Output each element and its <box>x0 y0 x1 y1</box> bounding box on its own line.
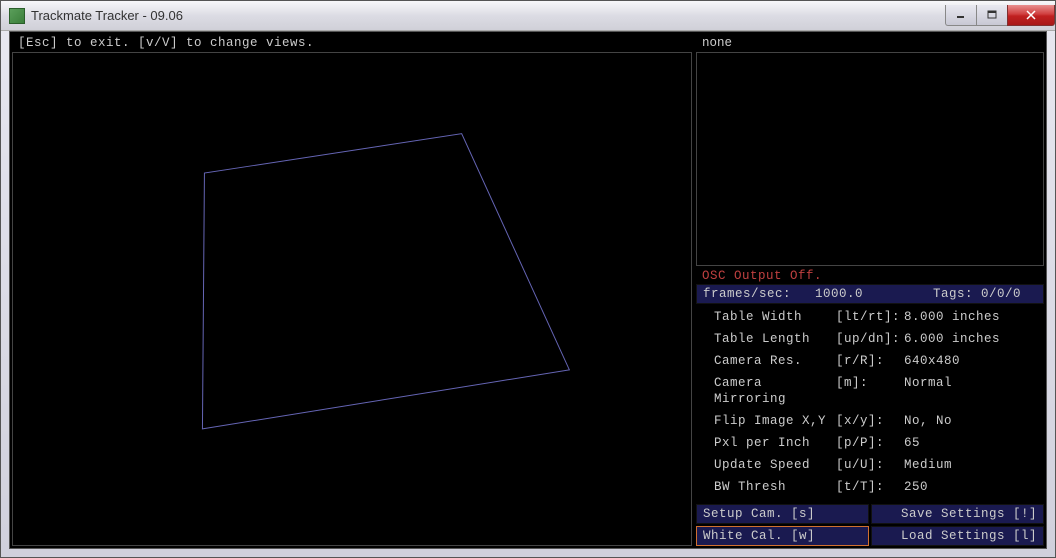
preview-viewport <box>696 52 1044 266</box>
setting-value: No, No <box>904 413 1038 429</box>
setting-label: Table Width <box>714 309 836 325</box>
setting-label: Flip Image X,Y <box>714 413 836 429</box>
minimize-button[interactable] <box>945 5 977 26</box>
command-buttons: Setup Cam. [s] Save Settings [!] White C… <box>696 504 1044 546</box>
setting-label: Camera Mirroring <box>714 375 836 407</box>
setting-row: Camera Mirroring [m]: Normal <box>696 372 1044 410</box>
setting-label: BW Thresh <box>714 479 836 495</box>
setting-label: Update Speed <box>714 457 836 473</box>
settings-list: Table Width [lt/rt]: 8.000 inches Table … <box>696 306 1044 498</box>
white-calibration-button[interactable]: White Cal. [w] <box>696 526 869 546</box>
setting-value: Normal <box>904 375 1038 407</box>
calibration-rectangle <box>13 53 691 545</box>
window-controls <box>946 5 1055 26</box>
tags-label: Tags: <box>933 287 973 301</box>
setting-row: BW Thresh [t/T]: 250 <box>696 476 1044 498</box>
close-button[interactable] <box>1007 5 1055 26</box>
setting-value: Medium <box>904 457 1038 473</box>
load-settings-button[interactable]: Load Settings [l] <box>871 526 1044 546</box>
setting-value: 640x480 <box>904 353 1038 369</box>
setting-row: Pxl per Inch [p/P]: 65 <box>696 432 1044 454</box>
help-text: [Esc] to exit. [v/V] to change views. <box>12 34 692 52</box>
setting-row: Camera Res. [r/R]: 640x480 <box>696 350 1044 372</box>
setup-camera-button[interactable]: Setup Cam. [s] <box>696 504 869 524</box>
setting-key: [up/dn]: <box>836 331 904 347</box>
fps-value: 1000.0 <box>815 287 863 301</box>
setting-value: 250 <box>904 479 1038 495</box>
app-window: Trackmate Tracker - 09.06 [Esc] to exit.… <box>0 0 1056 558</box>
left-panel: [Esc] to exit. [v/V] to change views. <box>12 34 692 546</box>
setting-key: [r/R]: <box>836 353 904 369</box>
setting-row: Table Length [up/dn]: 6.000 inches <box>696 328 1044 350</box>
setting-value: 65 <box>904 435 1038 451</box>
setting-value: 8.000 inches <box>904 309 1038 325</box>
setting-key: [t/T]: <box>836 479 904 495</box>
titlebar: Trackmate Tracker - 09.06 <box>1 1 1055 31</box>
stats-bar: frames/sec: 1000.0 Tags: 0/0/0 <box>696 284 1044 304</box>
setting-key: [p/P]: <box>836 435 904 451</box>
setting-value: 6.000 inches <box>904 331 1038 347</box>
setting-row: Table Width [lt/rt]: 8.000 inches <box>696 306 1044 328</box>
setting-row: Flip Image X,Y [x/y]: No, No <box>696 410 1044 432</box>
main-viewport[interactable] <box>12 52 692 546</box>
setting-key: [u/U]: <box>836 457 904 473</box>
tags-value: 0/0/0 <box>981 287 1021 301</box>
right-panel: none OSC Output Off. frames/sec: 1000.0 … <box>696 34 1044 546</box>
window-title: Trackmate Tracker - 09.06 <box>31 8 183 23</box>
setting-row: Update Speed [u/U]: Medium <box>696 454 1044 476</box>
maximize-button[interactable] <box>976 5 1008 26</box>
app-icon <box>9 8 25 24</box>
save-settings-button[interactable]: Save Settings [!] <box>871 504 1044 524</box>
preview-label: none <box>696 34 1044 52</box>
fps-label: frames/sec: <box>703 287 791 301</box>
setting-label: Camera Res. <box>714 353 836 369</box>
setting-label: Pxl per Inch <box>714 435 836 451</box>
osc-status: OSC Output Off. <box>696 266 1044 284</box>
setting-key: [m]: <box>836 375 904 407</box>
app-body: [Esc] to exit. [v/V] to change views. no… <box>9 31 1047 549</box>
setting-key: [x/y]: <box>836 413 904 429</box>
setting-key: [lt/rt]: <box>836 309 904 325</box>
setting-label: Table Length <box>714 331 836 347</box>
